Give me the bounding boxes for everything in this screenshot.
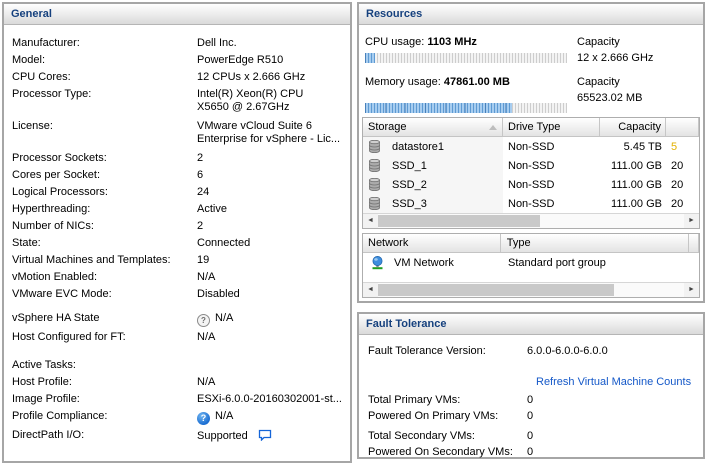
capacity-column-header[interactable]: Capacity bbox=[600, 118, 666, 136]
cpu-usage-bar-fill bbox=[365, 53, 376, 63]
memory-usage-bar bbox=[365, 103, 567, 113]
scrollbar-thumb[interactable] bbox=[378, 284, 614, 296]
general-row: Image Profile: ESXi-6.0.0-20160302001-st.… bbox=[12, 393, 342, 405]
free-value-clipped: 20 bbox=[671, 178, 684, 191]
ft-count-row: Total Secondary VMs: 0 bbox=[368, 430, 534, 442]
network-icon bbox=[372, 256, 383, 270]
storage-row[interactable]: SSD_3 Non-SSD 111.00 GB 20 bbox=[363, 194, 699, 213]
free-value-clipped: 5 bbox=[671, 140, 678, 153]
ft-count-row: Powered On Primary VMs: 0 bbox=[368, 410, 534, 422]
general-row: Hyperthreading: Active bbox=[12, 203, 227, 215]
ft-count-row: Total Primary VMs: 0 bbox=[368, 394, 534, 406]
resources-panel: Resources CPU usage: 1103 MHz Capacity 1… bbox=[357, 2, 705, 303]
cpu-usage-label: CPU usage: 1103 MHz bbox=[365, 36, 477, 48]
storage-table: Storage Drive Type Capacity datastore1 N… bbox=[362, 117, 700, 229]
general-row: Host Configured for FT: N/A bbox=[12, 331, 216, 343]
general-row: VMware EVC Mode: Disabled bbox=[12, 288, 240, 300]
help-gray-icon[interactable]: ? bbox=[197, 314, 210, 327]
datastore-icon bbox=[369, 178, 380, 191]
storage-row[interactable]: SSD_1 Non-SSD 111.00 GB 20 bbox=[363, 156, 699, 175]
comment-icon[interactable] bbox=[258, 429, 272, 442]
general-row: Cores per Socket: 6 bbox=[12, 169, 204, 181]
storage-horizontal-scrollbar[interactable]: ◄ ► bbox=[363, 213, 699, 228]
resources-panel-title: Resources bbox=[359, 4, 703, 25]
storage-row[interactable]: datastore1 Non-SSD 5.45 TB 5 bbox=[363, 137, 699, 156]
sort-ascending-icon bbox=[489, 125, 497, 130]
general-row: Virtual Machines and Templates: 19 bbox=[12, 254, 210, 266]
network-row[interactable]: VM Network Standard port group bbox=[363, 253, 699, 273]
memory-usage-label: Memory usage: 47861.00 MB bbox=[365, 76, 510, 88]
help-blue-icon[interactable]: ? bbox=[197, 412, 210, 425]
scroll-right-icon[interactable]: ► bbox=[684, 214, 699, 228]
general-row: Processor Type: Intel(R) Xeon(R) CPU X565… bbox=[12, 88, 304, 113]
general-row: Logical Processors: 24 bbox=[12, 186, 210, 198]
refresh-vm-counts-link[interactable]: Refresh Virtual Machine Counts bbox=[536, 376, 691, 388]
general-row-profile-compliance: Profile Compliance: ? N/A bbox=[12, 410, 234, 425]
general-row: Host Profile: N/A bbox=[12, 376, 216, 388]
general-panel: General Manufacturer: Dell Inc. Model: Pow… bbox=[2, 2, 352, 463]
cpu-capacity-value: 12 x 2.666 GHz bbox=[577, 52, 654, 64]
storage-column-header[interactable]: Storage bbox=[363, 118, 503, 136]
general-row: State: Connected bbox=[12, 237, 251, 249]
general-row: Model: PowerEdge R510 bbox=[12, 54, 284, 66]
drive-type-column-header[interactable]: Drive Type bbox=[503, 118, 600, 136]
storage-row[interactable]: SSD_2 Non-SSD 111.00 GB 20 bbox=[363, 175, 699, 194]
network-table: Network Type VM Network Standard port gr… bbox=[362, 233, 700, 298]
memory-usage-bar-fill bbox=[365, 103, 513, 113]
cpu-usage-bar bbox=[365, 53, 567, 63]
type-column-header[interactable]: Type bbox=[501, 234, 689, 252]
general-row-vsphere-ha: vSphere HA State ? N/A bbox=[12, 312, 234, 327]
cpu-capacity-label: Capacity bbox=[577, 36, 620, 48]
datastore-icon bbox=[369, 140, 380, 153]
fault-tolerance-panel-title: Fault Tolerance bbox=[359, 314, 703, 335]
ft-version-row: Fault Tolerance Version: 6.0.0-6.0.0-6.0… bbox=[368, 345, 608, 357]
fault-tolerance-panel-body: Fault Tolerance Version: 6.0.0-6.0.0-6.0… bbox=[359, 335, 703, 459]
scroll-right-icon[interactable]: ► bbox=[684, 283, 699, 297]
general-row-directpath: DirectPath I/O: Supported bbox=[12, 429, 350, 443]
general-row: CPU Cores: 12 CPUs x 2.666 GHz bbox=[12, 71, 306, 83]
general-row: License: VMware vCloud Suite 6 Enterprise… bbox=[12, 120, 341, 145]
general-panel-title: General bbox=[4, 4, 350, 25]
fault-tolerance-panel: Fault Tolerance Fault Tolerance Version:… bbox=[357, 312, 705, 459]
general-row: vMotion Enabled: N/A bbox=[12, 271, 216, 283]
general-row: Number of NICs: 2 bbox=[12, 220, 204, 232]
datastore-icon bbox=[369, 159, 380, 172]
datastore-icon bbox=[369, 197, 380, 210]
network-table-header: Network Type bbox=[363, 234, 699, 253]
network-column-header[interactable]: Network bbox=[363, 234, 501, 252]
ft-count-row: Powered On Secondary VMs: 0 bbox=[368, 446, 534, 458]
network-horizontal-scrollbar[interactable]: ◄ ► bbox=[363, 282, 699, 297]
general-panel-body: Manufacturer: Dell Inc. Model: PowerEdge R… bbox=[4, 25, 350, 443]
memory-capacity-value: 65523.02 MB bbox=[577, 92, 643, 104]
general-row-active-tasks: Active Tasks: bbox=[12, 359, 76, 371]
scroll-left-icon[interactable]: ◄ bbox=[363, 214, 378, 228]
general-row: Processor Sockets: 2 bbox=[12, 152, 204, 164]
resources-panel-body: CPU usage: 1103 MHz Capacity 12 x 2.666 … bbox=[359, 25, 703, 301]
scrollbar-thumb[interactable] bbox=[378, 215, 541, 227]
general-row: Manufacturer: Dell Inc. bbox=[12, 37, 237, 49]
storage-table-header: Storage Drive Type Capacity bbox=[363, 118, 699, 137]
memory-capacity-label: Capacity bbox=[577, 76, 620, 88]
free-value-clipped: 20 bbox=[671, 197, 684, 210]
free-value-clipped: 20 bbox=[671, 159, 684, 172]
free-column-header[interactable] bbox=[666, 118, 699, 136]
scroll-left-icon[interactable]: ◄ bbox=[363, 283, 378, 297]
